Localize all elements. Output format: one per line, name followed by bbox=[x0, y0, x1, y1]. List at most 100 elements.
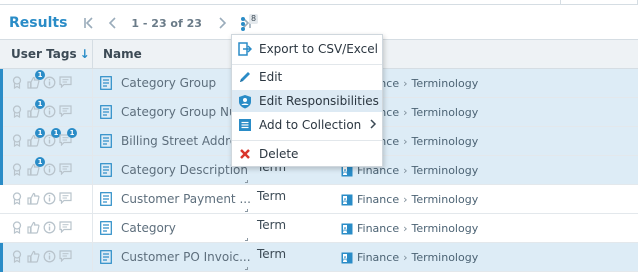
name-cell[interactable]: Customer PO Invoic... bbox=[100, 250, 251, 264]
comment-icon[interactable] bbox=[58, 75, 72, 89]
info-circle-icon[interactable] bbox=[42, 104, 56, 118]
thumbs-up-icon[interactable]: 1 bbox=[26, 128, 45, 147]
menu-item-export-label: Export to CSV/Excel bbox=[259, 42, 378, 56]
cell-resize-corner bbox=[245, 209, 248, 212]
domain-path[interactable]: A Finance›Terminology bbox=[341, 251, 478, 264]
comment-icon[interactable] bbox=[58, 104, 72, 118]
domain-path[interactable]: A Finance›Terminology bbox=[341, 222, 478, 235]
selection-count-badge: 8 bbox=[249, 14, 259, 24]
comment-icon[interactable]: 1 bbox=[58, 128, 77, 147]
domain-name: Terminology bbox=[411, 164, 479, 177]
first-page-icon[interactable] bbox=[79, 13, 99, 33]
certified-ribbon-icon[interactable] bbox=[10, 104, 24, 118]
table-row[interactable]: Category Term A Finance › Terminology bbox=[0, 214, 638, 243]
previous-page-icon[interactable] bbox=[103, 13, 123, 33]
name-cell[interactable]: Category Group bbox=[100, 76, 216, 90]
thumbs-up-icon[interactable] bbox=[26, 191, 40, 205]
thumbs-up-icon[interactable] bbox=[26, 220, 40, 234]
domain-name: Terminology bbox=[411, 251, 479, 264]
asset-name-link[interactable]: Category Group bbox=[121, 76, 216, 90]
row-selection-bar bbox=[0, 127, 3, 156]
menu-item-edit-responsibilities-label: Edit Responsibilities bbox=[259, 94, 379, 108]
row-selection-bar bbox=[0, 69, 3, 98]
domain-name: Terminology bbox=[411, 222, 479, 235]
asset-name-link[interactable]: Customer Payment ... bbox=[121, 192, 251, 206]
column-divider bbox=[92, 40, 93, 69]
pencil-icon bbox=[237, 69, 253, 85]
menu-item-add-to-collection[interactable]: Add to Collection bbox=[232, 114, 382, 136]
certified-ribbon-icon[interactable] bbox=[10, 191, 24, 205]
info-circle-icon[interactable] bbox=[42, 191, 56, 205]
user-tags-cell bbox=[10, 191, 74, 205]
certified-ribbon-icon[interactable] bbox=[10, 75, 24, 89]
info-circle-icon[interactable] bbox=[42, 75, 56, 89]
asset-type: Term bbox=[257, 218, 287, 232]
menu-item-delete-label: Delete bbox=[259, 147, 299, 161]
asset-name-link[interactable]: Category bbox=[121, 221, 176, 235]
column-divider bbox=[92, 185, 93, 214]
comment-icon[interactable] bbox=[58, 220, 72, 234]
menu-item-edit-responsibilities[interactable]: Edit Responsibilities bbox=[232, 90, 382, 112]
asset-type: Term bbox=[257, 189, 287, 203]
asset-name-link[interactable]: Customer PO Invoic... bbox=[121, 250, 251, 264]
comment-icon[interactable] bbox=[58, 249, 72, 263]
breadcrumb-separator: › bbox=[403, 193, 408, 206]
term-document-icon bbox=[100, 163, 112, 177]
more-actions-button[interactable]: 8 bbox=[236, 14, 262, 34]
breadcrumb-separator: › bbox=[403, 135, 408, 148]
thumbs-up-icon[interactable]: 1 bbox=[26, 157, 45, 176]
menu-item-export[interactable]: Export to CSV/Excel bbox=[232, 38, 382, 60]
comment-count-badge: 1 bbox=[67, 128, 77, 138]
info-circle-icon[interactable] bbox=[42, 220, 56, 234]
menu-item-delete[interactable]: Delete bbox=[232, 143, 382, 165]
user-tags-cell bbox=[10, 249, 74, 263]
column-header-name[interactable]: Name bbox=[103, 47, 142, 61]
cell-resize-corner bbox=[245, 238, 248, 241]
info-circle-icon[interactable] bbox=[42, 249, 56, 263]
info-circle-icon[interactable]: 1 bbox=[42, 128, 61, 147]
info-circle-icon[interactable] bbox=[42, 162, 56, 176]
domain-path[interactable]: A Finance›Terminology bbox=[341, 193, 478, 206]
user-tags-label: User Tags bbox=[11, 47, 77, 61]
thumbs-up-icon[interactable] bbox=[26, 249, 40, 263]
results-title: Results bbox=[9, 15, 68, 31]
certified-ribbon-icon[interactable] bbox=[10, 220, 24, 234]
column-divider bbox=[92, 69, 93, 98]
menu-item-add-to-collection-label: Add to Collection bbox=[259, 118, 362, 132]
asset-name-link[interactable]: Billing Street Addre bbox=[121, 134, 237, 148]
column-header-user-tags[interactable]: User Tags ↓ bbox=[11, 47, 90, 61]
term-document-icon bbox=[100, 250, 112, 264]
community-name: Finance bbox=[357, 251, 400, 264]
certified-ribbon-icon[interactable] bbox=[10, 133, 24, 147]
name-cell[interactable]: Billing Street Addre bbox=[100, 134, 237, 148]
user-tags-cell bbox=[10, 220, 74, 234]
comment-icon[interactable] bbox=[58, 191, 72, 205]
name-cell[interactable]: Customer Payment ... bbox=[100, 192, 251, 206]
comment-icon[interactable] bbox=[58, 162, 72, 176]
table-row[interactable]: Customer Payment ... Term A Finance › Termino… bbox=[0, 185, 638, 214]
menu-item-edit-label: Edit bbox=[259, 70, 283, 84]
menu-item-edit[interactable]: Edit bbox=[232, 66, 382, 88]
menu-separator bbox=[232, 64, 382, 65]
asset-name-link[interactable]: Category Group Nu... bbox=[121, 105, 248, 119]
name-cell[interactable]: Category Description bbox=[100, 163, 248, 177]
name-cell[interactable]: Category Group Nu... bbox=[100, 105, 248, 119]
breadcrumb-separator: › bbox=[403, 222, 408, 235]
table-row[interactable]: Customer PO Invoic... Term A Finance › Termin… bbox=[0, 243, 638, 272]
name-cell[interactable]: Category bbox=[100, 221, 176, 235]
certified-ribbon-icon[interactable] bbox=[10, 162, 24, 176]
thumbs-up-icon[interactable]: 1 bbox=[26, 70, 45, 89]
chevron-right-icon bbox=[369, 118, 377, 133]
row-selection-bar bbox=[0, 156, 3, 185]
export-icon bbox=[237, 41, 253, 57]
domain-icon: A bbox=[341, 252, 353, 264]
asset-name-link[interactable]: Category Description bbox=[121, 163, 248, 177]
term-document-icon bbox=[100, 134, 112, 148]
asset-type: Term bbox=[257, 247, 287, 261]
thumbs-up-icon[interactable]: 1 bbox=[26, 99, 45, 118]
term-document-icon bbox=[100, 105, 112, 119]
sort-down-icon: ↓ bbox=[79, 47, 90, 61]
next-page-icon[interactable] bbox=[212, 13, 232, 33]
actions-menu: Export to CSV/Excel Edit Edit Responsibi… bbox=[231, 34, 383, 167]
certified-ribbon-icon[interactable] bbox=[10, 249, 24, 263]
